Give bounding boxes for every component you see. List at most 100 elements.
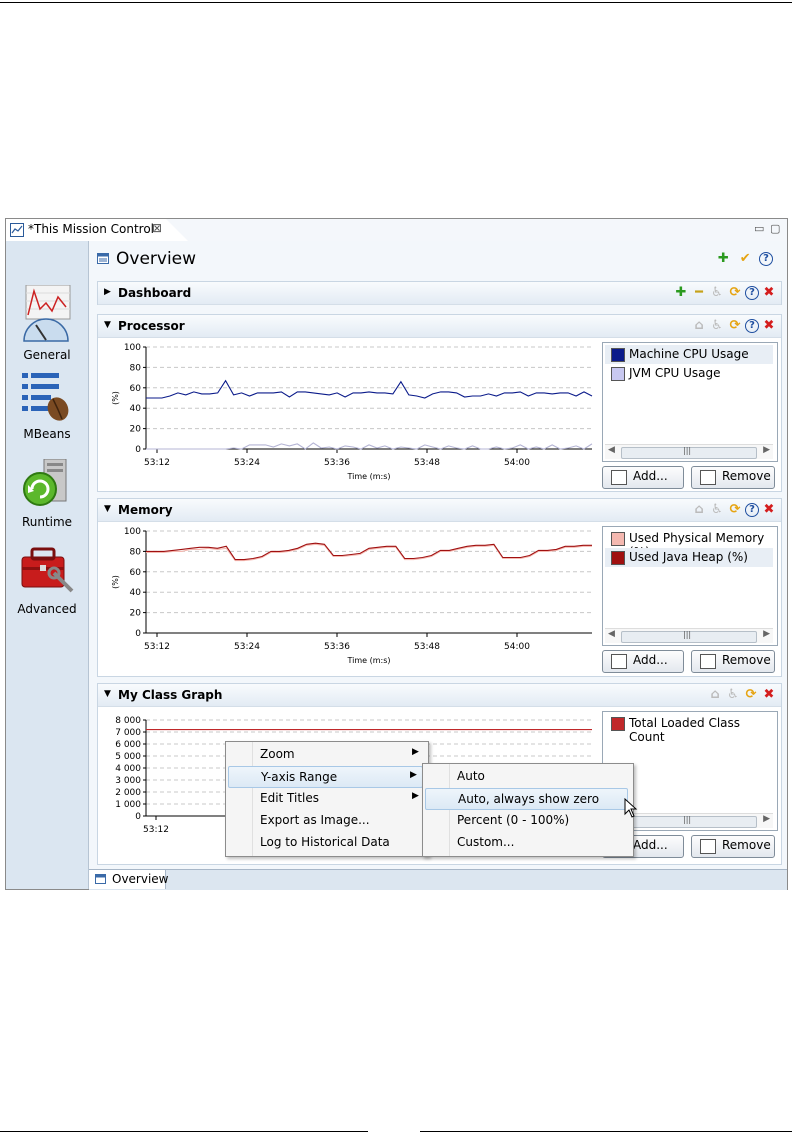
pin-icon[interactable]: ♿ <box>709 285 725 301</box>
remove-button[interactable]: Remove <box>691 650 775 673</box>
overview-icon <box>97 253 109 264</box>
add-icon[interactable]: ✚ <box>715 251 731 267</box>
x-tick-label: 54:00 <box>504 642 530 652</box>
refresh-icon[interactable]: ⟳ <box>743 687 759 703</box>
mbeans-icon <box>22 373 69 421</box>
menu-item-edit-titles[interactable]: Edit Titles ▶ <box>228 788 424 808</box>
chart-settings-icon[interactable]: ⌂ <box>691 502 707 518</box>
y-axis-range-submenu: Auto Auto, always show zero Percent (0 -… <box>422 763 634 857</box>
class-graph-header[interactable]: ▼ My Class Graph ⌂ ♿ ⟳ ✖ <box>98 684 781 707</box>
chart-settings-icon[interactable]: ⌂ <box>691 318 707 334</box>
processor-header[interactable]: ▼ Processor ⌂ ♿ ⟳? ✖ <box>98 315 781 338</box>
y-tick-label: 7 000 <box>115 728 141 738</box>
legend-item[interactable]: Total Loaded Class Count <box>605 714 773 744</box>
legend-item[interactable]: Used Physical Memory (%) <box>605 529 773 559</box>
legend-item[interactable]: JVM CPU Usage <box>605 364 773 383</box>
refresh-icon[interactable]: ⟳ <box>727 285 743 301</box>
close-icon[interactable]: ✖ <box>761 687 777 703</box>
legend-scrollbar[interactable]: ◀|||▶ <box>605 628 773 643</box>
y-tick-label: 4 000 <box>115 764 141 774</box>
minimize-icon[interactable]: ▭ <box>754 222 764 235</box>
remove-button[interactable]: Remove <box>691 835 775 858</box>
editor-tab[interactable]: *This Mission Control ⊠ <box>6 219 188 241</box>
processor-legend[interactable]: Machine CPU Usage JVM CPU Usage ◀ ||| ▶ <box>602 342 778 462</box>
add-button[interactable]: Add... <box>602 650 684 673</box>
submenu-item-auto[interactable]: Auto <box>425 766 629 786</box>
legend-item[interactable]: Machine CPU Usage <box>605 345 773 364</box>
legend-swatch <box>611 532 625 546</box>
submenu-arrow-icon: ▶ <box>410 770 417 780</box>
collapse-arrow-icon[interactable]: ▼ <box>104 504 111 514</box>
menu-item-y-axis-range[interactable]: Y-axis Range ▶ <box>228 766 423 788</box>
collapse-arrow-icon[interactable]: ▼ <box>104 320 111 330</box>
minus-icon[interactable]: ━ <box>691 285 707 301</box>
add-chart-icon <box>611 470 627 485</box>
legend-scrollbar[interactable]: ◀|||▶ <box>605 444 773 459</box>
submenu-arrow-icon: ▶ <box>412 747 419 757</box>
help-icon[interactable]: ? <box>745 319 759 333</box>
collapse-arrow-icon[interactable]: ▼ <box>104 689 111 699</box>
pin-icon[interactable]: ♿ <box>709 502 725 518</box>
submenu-item-percent[interactable]: Percent (0 - 100%) <box>425 810 629 830</box>
legend-swatch <box>611 348 625 362</box>
add-chart-icon <box>611 654 627 669</box>
submenu-item-custom[interactable]: Custom... <box>425 832 629 852</box>
y-tick-label: 80 <box>130 547 142 557</box>
add-button-label: Add... <box>633 838 668 852</box>
x-tick-label: 53:24 <box>234 642 260 652</box>
x-tick-label: 53:48 <box>414 458 440 468</box>
expand-arrow-icon[interactable]: ▶ <box>104 287 111 297</box>
memory-chart[interactable]: 100 80 60 40 20 053:12 53:24 53:36 53:48 54:00 (%)… <box>104 525 600 673</box>
add-button[interactable]: Add... <box>602 466 684 489</box>
tab-overview-label: Overview <box>112 872 169 886</box>
y-tick-label: 60 <box>130 384 142 394</box>
plus-icon[interactable]: ✚ <box>673 285 689 301</box>
menu-item-zoom[interactable]: Zoom ▶ <box>228 744 424 764</box>
page-bottom-rule-right <box>420 1131 792 1132</box>
submenu-item-auto-show-zero[interactable]: Auto, always show zero <box>425 788 628 810</box>
close-tab-icon[interactable]: ⊠ <box>152 221 162 235</box>
close-icon[interactable]: ✖ <box>761 502 777 518</box>
help-icon[interactable]: ? <box>745 286 759 300</box>
close-icon[interactable]: ✖ <box>761 285 777 301</box>
dashboard-header[interactable]: ▶ Dashboard ✚ ━ ♿ ⟳? ✖ <box>98 282 781 305</box>
y-tick-label: 2 000 <box>115 788 141 798</box>
chart-settings-icon[interactable]: ⌂ <box>707 687 723 703</box>
legend-item[interactable]: Used Java Heap (%) <box>605 548 773 567</box>
legend-label: Machine CPU Usage <box>629 347 749 361</box>
memory-legend[interactable]: Used Physical Memory (%) Used Java Heap … <box>602 526 778 646</box>
remove-button[interactable]: Remove <box>691 466 775 489</box>
y-tick-label: 3 000 <box>115 776 141 786</box>
pin-icon[interactable]: ♿ <box>725 687 741 703</box>
sidebar-item-advanced[interactable]: Advanced <box>6 543 88 633</box>
apply-icon[interactable]: ✔ <box>737 251 753 267</box>
mouse-cursor-icon <box>624 798 638 818</box>
help-icon[interactable]: ? <box>745 503 759 517</box>
remove-button-label: Remove <box>722 653 771 667</box>
refresh-icon[interactable]: ⟳ <box>727 502 743 518</box>
y-tick-label: 40 <box>130 404 142 414</box>
maximize-icon[interactable]: ▢ <box>770 222 780 235</box>
y-axis-label: (%) <box>111 391 120 405</box>
page-top-rule <box>0 2 792 3</box>
add-button-label: Add... <box>633 653 668 667</box>
processor-chart[interactable]: 100 80 60 40 20 053:12 53:24 53:36 53:48 54:00 (%)… <box>104 341 600 489</box>
sidebar-item-mbeans[interactable]: MBeans <box>6 371 88 461</box>
y-tick-label: 20 <box>130 609 142 619</box>
sidebar-item-runtime[interactable]: Runtime <box>6 459 88 547</box>
memory-title: Memory <box>118 503 173 517</box>
help-icon[interactable]: ? <box>759 252 773 266</box>
sidebar-item-general[interactable]: General <box>6 285 88 385</box>
close-icon[interactable]: ✖ <box>761 318 777 334</box>
x-tick-label: 53:24 <box>234 458 260 468</box>
y-tick-label: 20 <box>130 425 142 435</box>
refresh-icon[interactable]: ⟳ <box>727 318 743 334</box>
sidebar-label-advanced: Advanced <box>17 602 77 616</box>
menu-item-log-historical[interactable]: Log to Historical Data <box>228 832 424 852</box>
tab-overview[interactable]: Overview <box>89 870 169 889</box>
memory-section: ▼ Memory ⌂ ♿ ⟳? ✖ 100 80 60 40 20 0 53:12 53:24 53:… <box>97 498 782 677</box>
y-tick-label: 1 000 <box>115 800 141 810</box>
menu-item-export-image[interactable]: Export as Image... <box>228 810 424 830</box>
memory-header[interactable]: ▼ Memory ⌂ ♿ ⟳? ✖ <box>98 499 781 522</box>
pin-icon[interactable]: ♿ <box>709 318 725 334</box>
